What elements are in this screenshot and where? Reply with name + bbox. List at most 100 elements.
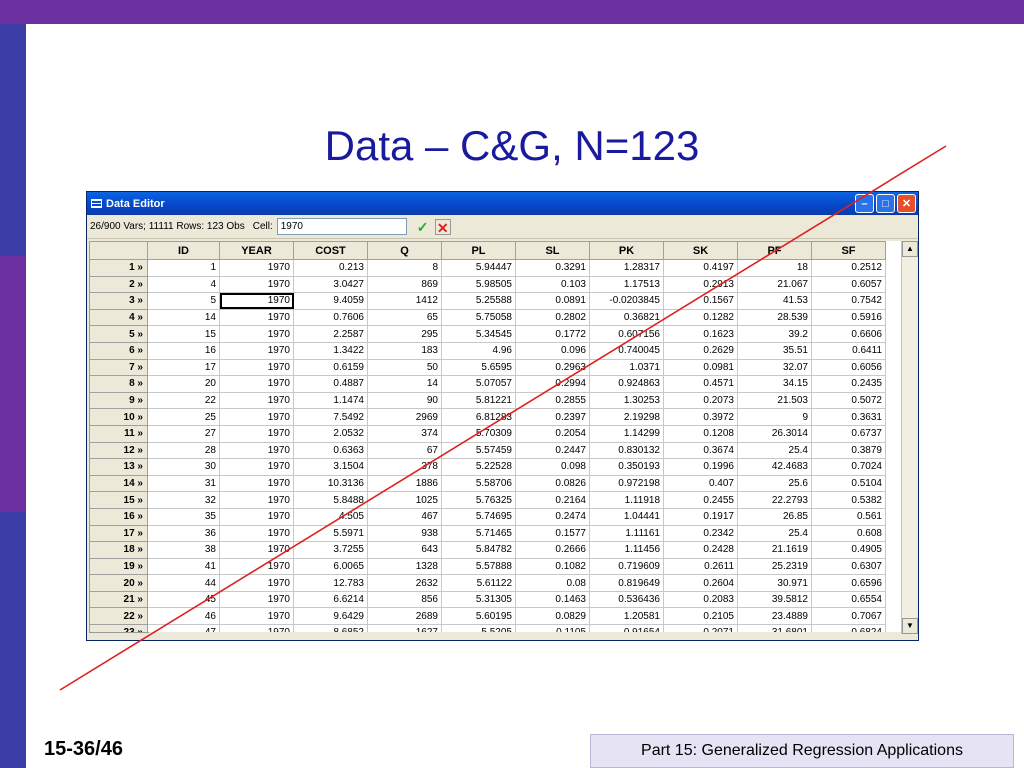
table-cell[interactable]: 0.2397	[515, 408, 590, 426]
table-cell[interactable]: 5.74695	[441, 507, 516, 526]
table-cell[interactable]: 1970	[219, 491, 294, 509]
table-cell[interactable]: 0.3972	[663, 408, 738, 426]
table-cell[interactable]: 5.57459	[441, 441, 516, 460]
column-header[interactable]: SK	[663, 241, 738, 260]
table-cell[interactable]: 1886	[367, 474, 442, 493]
table-cell[interactable]: 0.536436	[589, 590, 664, 609]
cancel-icon[interactable]: ✕	[434, 218, 451, 236]
table-cell[interactable]: 5.8488	[293, 491, 368, 509]
table-cell[interactable]: 1970	[219, 292, 294, 310]
table-cell[interactable]: 0.6363	[293, 441, 368, 460]
table-cell[interactable]: 0.2474	[515, 507, 590, 526]
table-cell[interactable]: 65	[367, 308, 442, 327]
table-cell[interactable]: 0.6596	[811, 574, 886, 592]
table-cell[interactable]: 183	[367, 341, 442, 360]
table-cell[interactable]: 9.6429	[293, 607, 368, 626]
table-cell[interactable]: 0.1208	[663, 424, 738, 443]
table-cell[interactable]: 5.25588	[441, 292, 516, 310]
table-cell[interactable]: 0.1917	[663, 507, 738, 526]
table-cell[interactable]: 0.2913	[663, 275, 738, 294]
table-cell[interactable]: 374	[367, 424, 442, 443]
table-cell[interactable]: 0.5382	[811, 491, 886, 509]
table-cell[interactable]: 1.28317	[589, 259, 664, 277]
table-cell[interactable]: 1.11161	[589, 524, 664, 543]
table-cell[interactable]: 0.6824	[811, 624, 886, 632]
row-header[interactable]: 23 »	[89, 624, 148, 632]
table-cell[interactable]: 0.0829	[515, 607, 590, 626]
table-cell[interactable]: 5.94447	[441, 259, 516, 277]
horizontal-scrollbar[interactable]	[89, 632, 149, 640]
table-cell[interactable]: 0.3674	[663, 441, 738, 460]
table-cell[interactable]: 0.1567	[663, 292, 738, 310]
table-cell[interactable]: 1.0371	[589, 358, 664, 377]
table-cell[interactable]: 0.2105	[663, 607, 738, 626]
table-cell[interactable]: 16	[147, 341, 220, 360]
table-cell[interactable]: 0.103	[515, 275, 590, 294]
table-cell[interactable]: 1970	[219, 358, 294, 377]
table-cell[interactable]: 1970	[219, 441, 294, 460]
table-cell[interactable]: 25	[147, 408, 220, 426]
table-cell[interactable]: 1970	[219, 458, 294, 476]
table-cell[interactable]: 3.0427	[293, 275, 368, 294]
table-cell[interactable]: 0.08	[515, 574, 590, 592]
row-header[interactable]: 8 »	[89, 375, 148, 393]
table-cell[interactable]: 0.6411	[811, 341, 886, 360]
column-header[interactable]: COST	[293, 241, 368, 260]
table-cell[interactable]: 1.17513	[589, 275, 664, 294]
table-cell[interactable]: 0.740045	[589, 341, 664, 360]
row-header[interactable]: 3 »	[89, 292, 148, 310]
table-cell[interactable]: 50	[367, 358, 442, 377]
table-cell[interactable]: 4.505	[293, 507, 368, 526]
row-header[interactable]: 5 »	[89, 325, 148, 343]
table-cell[interactable]: 0.608	[811, 524, 886, 543]
minimize-button[interactable]: –	[855, 194, 874, 213]
table-cell[interactable]: 0.407	[663, 474, 738, 493]
table-cell[interactable]: 0.2629	[663, 341, 738, 360]
table-cell[interactable]: 26.85	[737, 507, 812, 526]
table-cell[interactable]: 20	[147, 375, 220, 393]
table-cell[interactable]: 0.2963	[515, 358, 590, 377]
table-cell[interactable]: 35.51	[737, 341, 812, 360]
table-cell[interactable]: 1328	[367, 557, 442, 576]
table-cell[interactable]: 0.5104	[811, 474, 886, 493]
table-cell[interactable]: 0.4887	[293, 375, 368, 393]
table-cell[interactable]: 26.3014	[737, 424, 812, 443]
column-header[interactable]: PF	[737, 241, 812, 260]
table-cell[interactable]: 0.2802	[515, 308, 590, 327]
table-cell[interactable]: 0.6159	[293, 358, 368, 377]
table-cell[interactable]: 0.2855	[515, 391, 590, 410]
table-cell[interactable]: 5.71465	[441, 524, 516, 543]
table-cell[interactable]: 0.7067	[811, 607, 886, 626]
table-cell[interactable]: 25.4	[737, 441, 812, 460]
table-cell[interactable]: 1970	[219, 275, 294, 294]
column-header[interactable]: Q	[367, 241, 442, 260]
table-cell[interactable]: 1970	[219, 259, 294, 277]
table-cell[interactable]: 0.2073	[663, 391, 738, 410]
table-cell[interactable]: 0.1623	[663, 325, 738, 343]
row-header[interactable]: 9 »	[89, 391, 148, 410]
table-cell[interactable]: 0.5916	[811, 308, 886, 327]
table-cell[interactable]: 0.3631	[811, 408, 886, 426]
table-cell[interactable]: 869	[367, 275, 442, 294]
column-header[interactable]: SL	[515, 241, 590, 260]
table-cell[interactable]: 3.1504	[293, 458, 368, 476]
row-header[interactable]: 1 »	[89, 259, 148, 277]
table-cell[interactable]: 0.2071	[663, 624, 738, 632]
table-cell[interactable]: 32.07	[737, 358, 812, 377]
close-button[interactable]: ✕	[897, 194, 916, 213]
table-cell[interactable]: 295	[367, 325, 442, 343]
table-cell[interactable]: 1970	[219, 574, 294, 592]
table-cell[interactable]: 28	[147, 441, 220, 460]
table-cell[interactable]: 5	[147, 292, 220, 310]
table-cell[interactable]: 1.20581	[589, 607, 664, 626]
table-cell[interactable]: 35	[147, 507, 220, 526]
table-cell[interactable]: 2.0532	[293, 424, 368, 443]
table-cell[interactable]: 0.924863	[589, 375, 664, 393]
table-cell[interactable]: 32	[147, 491, 220, 509]
table-cell[interactable]: 18	[737, 259, 812, 277]
table-cell[interactable]: 8	[367, 259, 442, 277]
table-cell[interactable]: 856	[367, 590, 442, 609]
row-header[interactable]: 2 »	[89, 275, 148, 294]
table-cell[interactable]: 17	[147, 358, 220, 377]
table-cell[interactable]: 1970	[219, 341, 294, 360]
